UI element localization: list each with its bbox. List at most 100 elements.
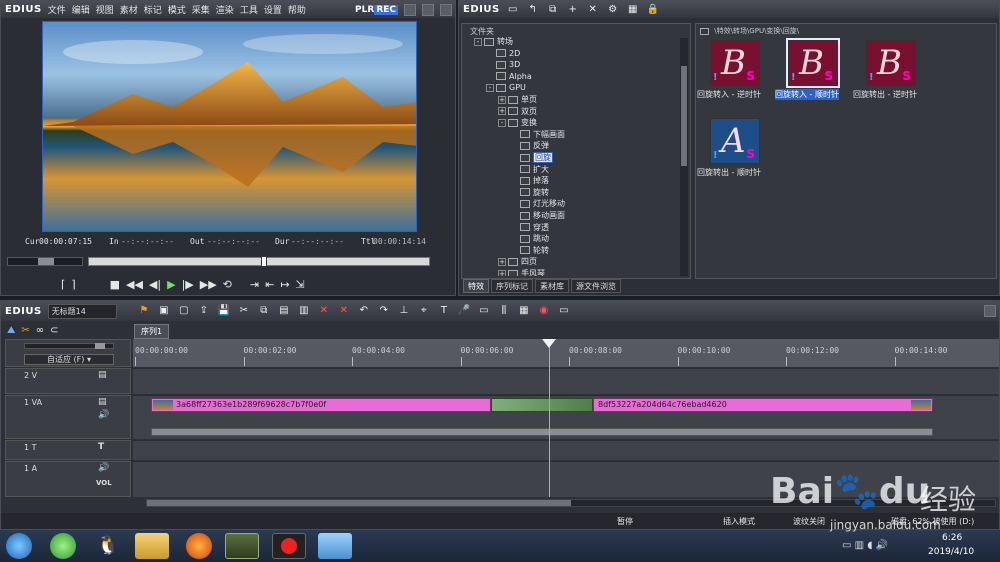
track-1a-audio-icon[interactable]: 🔊 [98,463,109,473]
rewind-icon[interactable]: ◀◀ [126,278,143,291]
taskbar-explorer-icon[interactable] [135,533,169,559]
track-lane-2v[interactable] [133,368,999,394]
clock-date[interactable]: 2019/4/10 [928,547,974,557]
menu-render[interactable]: 渲染 [216,3,234,16]
play-icon[interactable]: ▶ [167,278,175,291]
tree-item[interactable]: 跳动 [510,233,549,245]
tree-item[interactable]: Alpha [486,71,532,83]
track-head-1a[interactable]: 1 A 🔊 VOL [5,461,131,497]
delete-icon[interactable]: ✕ [586,4,600,16]
undo-icon[interactable]: ↶ [357,305,371,317]
open-icon[interactable]: ⇪ [197,305,211,317]
tree-item[interactable]: 移动画面 [510,210,565,222]
plr-button[interactable]: PLR [355,5,374,15]
track-head-2v[interactable]: 2 V ▤ [5,368,131,394]
tree-item[interactable]: + 单页 [498,94,537,106]
tree-item[interactable]: 回旋 [510,152,553,164]
tab-sequence-markers[interactable]: 序列标记 [491,279,533,293]
tree-item[interactable]: - 变换 [498,117,537,129]
zoom-slider[interactable] [24,343,114,349]
rec-button[interactable]: REC [374,4,398,15]
new-project-icon[interactable]: ▢ [177,305,191,317]
export-file-icon[interactable]: ▭ [557,305,571,317]
expand-toggle-icon[interactable]: + [498,257,506,266]
tree-item[interactable]: - GPU [486,82,526,94]
up-folder-icon[interactable]: ↰ [526,4,540,16]
tree-item[interactable]: 旋转 [510,187,549,199]
trim-icon[interactable]: ↦ [280,278,289,291]
render-icon[interactable]: ▭ [477,305,491,317]
taskbar-edius-icon[interactable] [225,533,259,559]
link-icon[interactable]: ∞ [36,325,44,336]
tree-item[interactable]: 反弹 [510,140,549,152]
shuttle-slider[interactable] [7,257,83,266]
clip-a[interactable]: 3a68ff27363e1b289f69628c7b7f0e0f [151,398,491,412]
step-forward-icon[interactable]: |▶ [182,278,194,291]
track-lane-1t[interactable] [133,440,999,460]
adaptive-dropdown[interactable]: 自适应 (F) ▾ [24,354,114,365]
menu-marker[interactable]: 标记 [144,3,162,16]
set-in-icon[interactable]: ⌈ [61,278,65,291]
tray-icons[interactable]: ▭ ▥ ◖ 🔊 [842,540,888,551]
delete-clip-icon[interactable]: ✕ [317,305,331,317]
effect-thumbnail[interactable]: B S! [866,40,916,86]
expand-toggle-icon[interactable]: - [498,118,506,127]
effect-thumbnail[interactable]: B S! [710,40,760,86]
tree-item[interactable]: + 双页 [498,106,537,118]
track-head-1va[interactable]: 1 VA ▤ 🔊 [5,395,131,439]
expand-toggle-icon[interactable]: - [486,83,494,92]
menu-edit[interactable]: 编辑 [72,3,90,16]
expand-toggle-icon[interactable]: + [498,107,506,116]
effect-thumbnail[interactable]: B S! [786,38,840,88]
view-mode-icon[interactable]: ▦ [626,4,640,16]
effect-thumbnail[interactable]: A S! [710,118,760,164]
cut-icon[interactable]: ✂ [237,305,251,317]
status-ripple[interactable]: 波纹关闭 [793,516,825,527]
effect-label[interactable]: 回旋转出 - 逆时针 [853,89,917,100]
clip-b[interactable]: 8df53227a204d64c76ebad4620 [593,398,933,412]
timeline-close-button[interactable] [984,305,996,317]
close-button[interactable] [440,3,452,16]
effect-label[interactable]: 回旋转出 - 顺时针 [697,167,761,178]
insert-icon[interactable]: ⇥ [250,278,259,291]
menu-settings[interactable]: 设置 [264,3,282,16]
menu-help[interactable]: 帮助 [288,3,306,16]
tab-effects[interactable]: 特效 [463,279,489,293]
menu-mode[interactable]: 模式 [168,3,186,16]
track-1va-video-icon[interactable]: ▤ [98,397,107,407]
tree-item[interactable]: 3D [486,59,520,71]
track-lane-1va[interactable]: 3a68ff27363e1b289f69628c7b7f0e0f 8df5322… [133,395,999,439]
redo-icon[interactable]: ↷ [377,305,391,317]
track-lane-1a[interactable] [133,461,999,497]
minimize-button[interactable] [404,3,416,16]
step-back-icon[interactable]: ◀| [149,278,161,291]
menu-capture[interactable]: 采集 [192,3,210,16]
sync-lock-icon[interactable]: ⊂ [50,325,58,336]
sequence-settings-icon[interactable]: ▦ [517,305,531,317]
menu-clip[interactable]: 素材 [120,3,138,16]
tree-item[interactable]: 下幅画面 [510,129,565,141]
copy-icon[interactable]: ⧉ [546,4,560,16]
menu-view[interactable]: 视图 [96,3,114,16]
tree-item[interactable]: 灯光移动 [510,198,565,210]
position-marker[interactable] [261,256,267,267]
tree-item[interactable]: 掉落 [510,175,549,187]
color-icon[interactable]: ◉ [537,305,551,317]
taskbar-firefox-icon[interactable] [186,533,212,559]
menu-tools[interactable]: 工具 [240,3,258,16]
taskbar-app-icon[interactable] [318,533,352,559]
expand-toggle-icon[interactable]: + [498,269,506,276]
tree-item[interactable]: 穿透 [510,222,549,234]
lock-icon[interactable]: 🔒 [646,4,660,16]
tree-item[interactable]: - 转场 [474,36,513,48]
new-sequence-icon[interactable]: ▣ [157,305,171,317]
folder-icon[interactable]: ▭ [506,4,520,16]
tree-item[interactable]: 轮转 [510,245,549,257]
loop-icon[interactable]: ⟲ [223,278,232,291]
tree-item[interactable]: 2D [486,48,520,60]
playhead[interactable] [549,339,550,497]
playhead-handle[interactable] [542,339,556,348]
mic-icon[interactable]: 🎤 [457,305,471,317]
overwrite-icon[interactable]: ⇤ [265,278,274,291]
settings-icon[interactable]: ⚑ [137,305,151,317]
